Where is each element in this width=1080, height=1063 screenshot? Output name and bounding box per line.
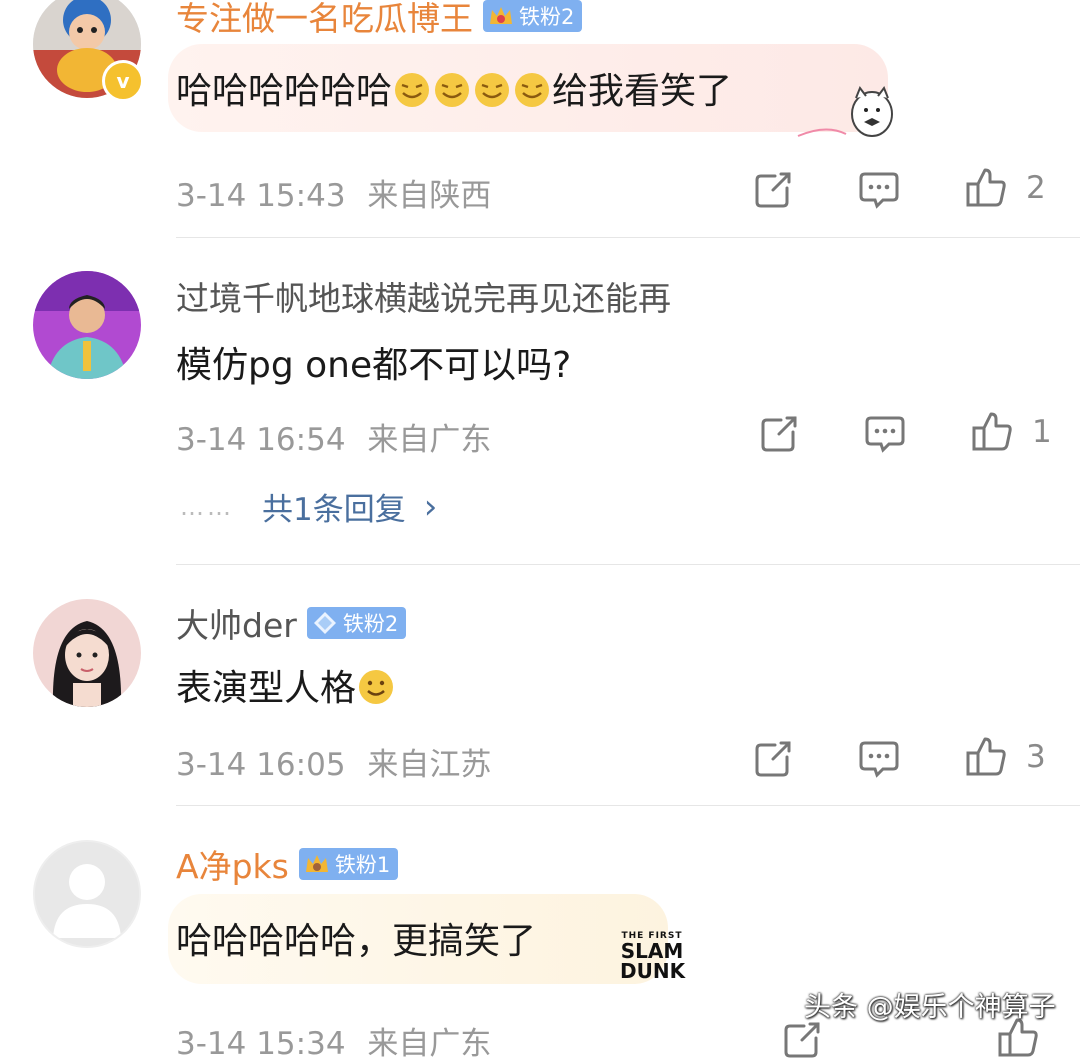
- like-icon[interactable]: [964, 166, 1008, 210]
- comment-time: 3-14 16:05: [176, 747, 346, 783]
- like-count: 2: [1026, 170, 1046, 206]
- comment-meta: 3-14 16:05 来自江苏: [176, 739, 491, 784]
- slam-dunk-sticker: THE FIRST SLAM DUNK: [620, 932, 686, 983]
- share-icon[interactable]: [751, 168, 795, 212]
- username-row: A净pks 铁粉1: [176, 840, 399, 888]
- share-icon[interactable]: [751, 737, 795, 781]
- username-row: 大帅der 铁粉2: [176, 599, 407, 647]
- comment-time: 3-14 16:54: [176, 422, 346, 458]
- like-count: 3: [1026, 739, 1046, 775]
- chevron-right-icon: ›: [423, 486, 438, 527]
- comment-icon[interactable]: [857, 737, 901, 781]
- sticker-line: SLAM: [620, 939, 684, 963]
- fan-badge[interactable]: 铁粉2: [483, 0, 583, 32]
- crown-icon: [305, 855, 328, 872]
- laugh-emoji-icon: [475, 73, 510, 107]
- comment-item-1: v 专注做一名吃瓜博王 铁粉2 哈哈哈哈哈哈 给我看笑了 3-14 15:43 来…: [0, 0, 1080, 238]
- comment-time: 3-14 15:43: [176, 178, 346, 214]
- source-watermark: 头条 @娱乐个神算子: [804, 992, 1056, 1023]
- verified-badge-icon: v: [102, 60, 144, 102]
- girl-avatar-icon: [33, 599, 141, 707]
- comment-icon[interactable]: [863, 412, 907, 456]
- comment-item-2: 过境千帆地球横越说完再见还能再 模仿pg one都不可以吗? 3-14 16:5…: [0, 238, 1080, 564]
- reply-dots: ……: [180, 492, 234, 521]
- comment-location: 来自陕西: [367, 178, 492, 214]
- comment-location: 来自江苏: [367, 747, 492, 783]
- laugh-emoji-icon: [395, 73, 430, 107]
- avatar[interactable]: [33, 840, 141, 948]
- comment-item-3: 大帅der 铁粉2 表演型人格 3-14 16:05 来自江苏 3: [0, 565, 1080, 805]
- comment-text: 哈哈哈哈哈哈 给我看笑了: [176, 62, 732, 114]
- username[interactable]: A净pks: [176, 840, 289, 888]
- username-row: 专注做一名吃瓜博王 铁粉2: [176, 0, 583, 40]
- like-count: 1: [1032, 414, 1052, 450]
- smile-emoji-icon: [359, 670, 394, 704]
- comment-text: 表演型人格: [176, 659, 396, 711]
- laugh-emoji-icon: [515, 73, 550, 107]
- share-icon[interactable]: [780, 1018, 824, 1062]
- comment-time: 3-14 15:34: [176, 1026, 346, 1062]
- host-avatar-icon: [33, 271, 141, 379]
- comment-text-content: 表演型人格: [176, 668, 357, 709]
- like-icon[interactable]: [964, 735, 1008, 779]
- comment-meta: 3-14 15:43 来自陕西: [176, 170, 491, 215]
- comment-meta: 3-14 15:34 来自广东: [176, 1018, 491, 1063]
- comment-meta: 3-14 16:54 来自广东: [176, 414, 491, 459]
- fan-badge[interactable]: 铁粉1: [298, 848, 399, 880]
- badge-label: 铁粉2: [342, 612, 399, 636]
- view-replies-link[interactable]: 共1条回复: [262, 484, 406, 529]
- badge-label: 铁粉1: [334, 853, 391, 877]
- avatar[interactable]: [33, 599, 141, 707]
- avatar[interactable]: [33, 271, 141, 379]
- comment-location: 来自广东: [367, 1026, 492, 1062]
- reply-thread[interactable]: …… 共1条回复 ›: [180, 484, 437, 529]
- sticker-line: DUNK: [620, 959, 686, 983]
- laugh-emoji-icon: [435, 73, 470, 107]
- comment-text-start: 哈哈哈哈哈哈: [176, 71, 393, 112]
- comment-text: 模仿pg one都不可以吗?: [176, 345, 572, 386]
- badge-label: 铁粉2: [519, 5, 575, 29]
- fan-badge[interactable]: 铁粉2: [306, 607, 407, 639]
- username[interactable]: 专注做一名吃瓜博王: [176, 0, 473, 40]
- username[interactable]: 过境千帆地球横越说完再见还能再: [176, 272, 671, 320]
- comment-text-end: 给我看笑了: [552, 71, 733, 112]
- default-avatar-icon: [35, 842, 139, 946]
- username-row: 过境千帆地球横越说完再见还能再: [176, 272, 671, 320]
- diamond-icon: [313, 612, 336, 634]
- comment-icon[interactable]: [857, 168, 901, 212]
- share-icon[interactable]: [757, 412, 801, 456]
- cat-sticker-icon: [797, 85, 893, 137]
- comment-text: 哈哈哈哈哈，更搞笑了: [176, 921, 537, 962]
- crown-icon: [490, 7, 512, 24]
- like-icon[interactable]: [970, 410, 1014, 454]
- username[interactable]: 大帅der: [176, 599, 297, 647]
- comment-location: 来自广东: [367, 422, 492, 458]
